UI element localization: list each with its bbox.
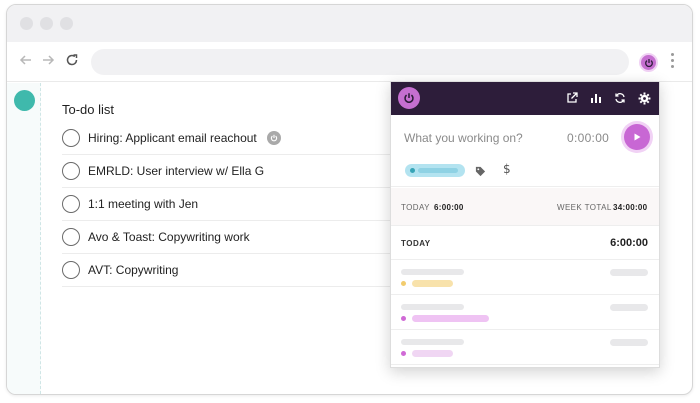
- popup-header: [391, 82, 659, 115]
- week-total-value: 34:00:00: [613, 203, 648, 212]
- todo-checkbox[interactable]: [62, 195, 80, 213]
- todo-checkbox[interactable]: [62, 228, 80, 246]
- start-timer-power-icon[interactable]: [266, 131, 281, 145]
- entry-project-bar: [412, 315, 489, 322]
- todo-checkbox[interactable]: [62, 162, 80, 180]
- entry-project-bar: [412, 280, 453, 287]
- timer-extension-popup: What you working on? 0:00:00 $ TODAY 6:0…: [390, 81, 660, 368]
- entry-project-bar: [412, 350, 453, 357]
- play-icon: [634, 133, 641, 141]
- today-summary-value: 6:00:00: [434, 203, 464, 212]
- power-logo-icon[interactable]: [398, 87, 420, 109]
- todo-item-label: EMRLD: User interview w/ Ella G: [88, 164, 265, 178]
- avatar[interactable]: [14, 90, 35, 111]
- week-total-label: WEEK TOTAL: [557, 203, 612, 212]
- todo-item[interactable]: EMRLD: User interview w/ Ella G: [62, 155, 400, 188]
- entry-placeholder: [401, 304, 464, 310]
- day-group-header: TODAY 6:00:00: [391, 226, 659, 260]
- time-entry[interactable]: [391, 330, 659, 365]
- entry-options-row: $: [391, 159, 659, 187]
- left-rail: [7, 83, 41, 394]
- kebab-menu-icon[interactable]: [671, 53, 675, 71]
- todo-item-label: 1:1 meeting with Jen: [88, 197, 199, 211]
- dollar-icon[interactable]: $: [503, 162, 511, 176]
- todo-checkbox[interactable]: [62, 261, 80, 279]
- entry-placeholder: [401, 269, 464, 275]
- todo-item-label: Hiring: Applicant email reachout: [88, 131, 257, 145]
- time-entry[interactable]: [391, 295, 659, 330]
- timer-entry-row: What you working on? 0:00:00: [391, 115, 659, 159]
- day-total: 6:00:00: [610, 237, 648, 249]
- timer-display: 0:00:00: [567, 131, 610, 145]
- entry-duration-placeholder: [610, 339, 648, 346]
- time-summary: TODAY 6:00:00 WEEK TOTAL 34:00:00: [391, 188, 659, 226]
- power-icon: [644, 58, 653, 67]
- tag-icon[interactable]: [475, 164, 486, 182]
- day-label: TODAY: [401, 239, 431, 248]
- entry-project-dot: [401, 281, 406, 286]
- open-external-icon[interactable]: [565, 91, 579, 105]
- todo-list-title: To-do list: [62, 102, 115, 117]
- todo-checkbox[interactable]: [62, 129, 80, 147]
- todo-item-label: AVT: Copywriting: [88, 263, 179, 277]
- entry-placeholder: [401, 339, 464, 345]
- settings-icon[interactable]: [637, 91, 651, 105]
- entry-duration-placeholder: [610, 304, 648, 311]
- window-maximize-button[interactable]: [60, 17, 73, 30]
- today-summary-label: TODAY: [401, 203, 430, 212]
- entry-project-dot: [401, 351, 406, 356]
- forward-arrow-icon[interactable]: [41, 53, 55, 71]
- project-pill[interactable]: [405, 164, 465, 177]
- address-bar[interactable]: [91, 49, 629, 75]
- title-bar: [7, 5, 692, 42]
- todo-item[interactable]: Hiring: Applicant email reachout: [62, 122, 400, 155]
- sync-icon[interactable]: [613, 91, 627, 105]
- todo-item-label: Avo & Toast: Copywriting work: [88, 230, 250, 244]
- entry-project-dot: [401, 316, 406, 321]
- todo-item[interactable]: Avo & Toast: Copywriting work: [62, 221, 400, 254]
- start-timer-button[interactable]: [624, 124, 650, 150]
- time-entry[interactable]: [391, 260, 659, 295]
- todo-list: Hiring: Applicant email reachout EMRLD: …: [62, 122, 400, 287]
- todo-item[interactable]: 1:1 meeting with Jen: [62, 188, 400, 221]
- extension-power-button[interactable]: [639, 53, 658, 72]
- reload-icon[interactable]: [65, 53, 79, 71]
- browser-toolbar: [7, 42, 692, 82]
- browser-window: To-do list Hiring: Applicant email reach…: [6, 4, 693, 395]
- task-description-input[interactable]: What you working on?: [404, 131, 523, 145]
- back-arrow-icon[interactable]: [19, 53, 33, 71]
- window-close-button[interactable]: [20, 17, 33, 30]
- entry-duration-placeholder: [610, 269, 648, 276]
- todo-item[interactable]: AVT: Copywriting: [62, 254, 400, 287]
- window-minimize-button[interactable]: [40, 17, 53, 30]
- reports-icon[interactable]: [589, 91, 603, 105]
